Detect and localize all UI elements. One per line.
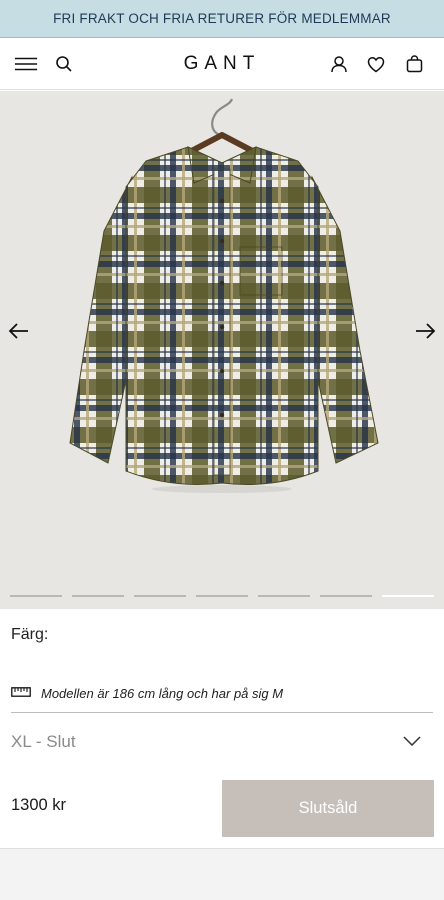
- gallery-dot[interactable]: [72, 595, 124, 597]
- gallery-dot[interactable]: [10, 595, 62, 597]
- heart-icon[interactable]: [364, 52, 388, 76]
- gallery-dot-active[interactable]: [382, 595, 434, 597]
- promo-banner[interactable]: FRI FRAKT OCH FRIA RETURER FÖR MEDLEMMAR: [0, 0, 444, 38]
- gallery-pagination: [0, 593, 444, 599]
- color-label: Färg:: [11, 626, 49, 643]
- size-selector-value: XL - Slut: [11, 732, 76, 751]
- gallery-dot[interactable]: [320, 595, 372, 597]
- previous-image-arrow-icon[interactable]: [8, 320, 30, 342]
- product-image: [69, 98, 379, 493]
- site-header: GANT: [0, 38, 444, 90]
- chevron-down-icon: [403, 733, 421, 751]
- footer-area: [0, 848, 444, 900]
- gallery-dot[interactable]: [134, 595, 186, 597]
- search-icon[interactable]: [52, 52, 76, 76]
- product-price: 1300 kr: [11, 796, 67, 814]
- ruler-icon: [11, 684, 31, 702]
- account-icon[interactable]: [327, 52, 351, 76]
- gallery-dot[interactable]: [258, 595, 310, 597]
- promo-text: FRI FRAKT OCH FRIA RETURER FÖR MEDLEMMAR: [53, 11, 391, 26]
- model-info: Modellen är 186 cm lång och har på sig M: [11, 682, 433, 704]
- brand-logo[interactable]: GANT: [162, 53, 282, 75]
- product-image-gallery[interactable]: [0, 91, 444, 609]
- divider: [11, 712, 433, 713]
- size-selector[interactable]: XL - Slut: [11, 722, 433, 762]
- next-image-arrow-icon[interactable]: [414, 320, 436, 342]
- bag-icon[interactable]: [402, 52, 426, 76]
- sold-out-button[interactable]: Slutsåld: [222, 780, 434, 837]
- gallery-dot[interactable]: [196, 595, 248, 597]
- menu-icon[interactable]: [14, 52, 38, 76]
- model-info-text: Modellen är 186 cm lång och har på sig M: [41, 685, 284, 701]
